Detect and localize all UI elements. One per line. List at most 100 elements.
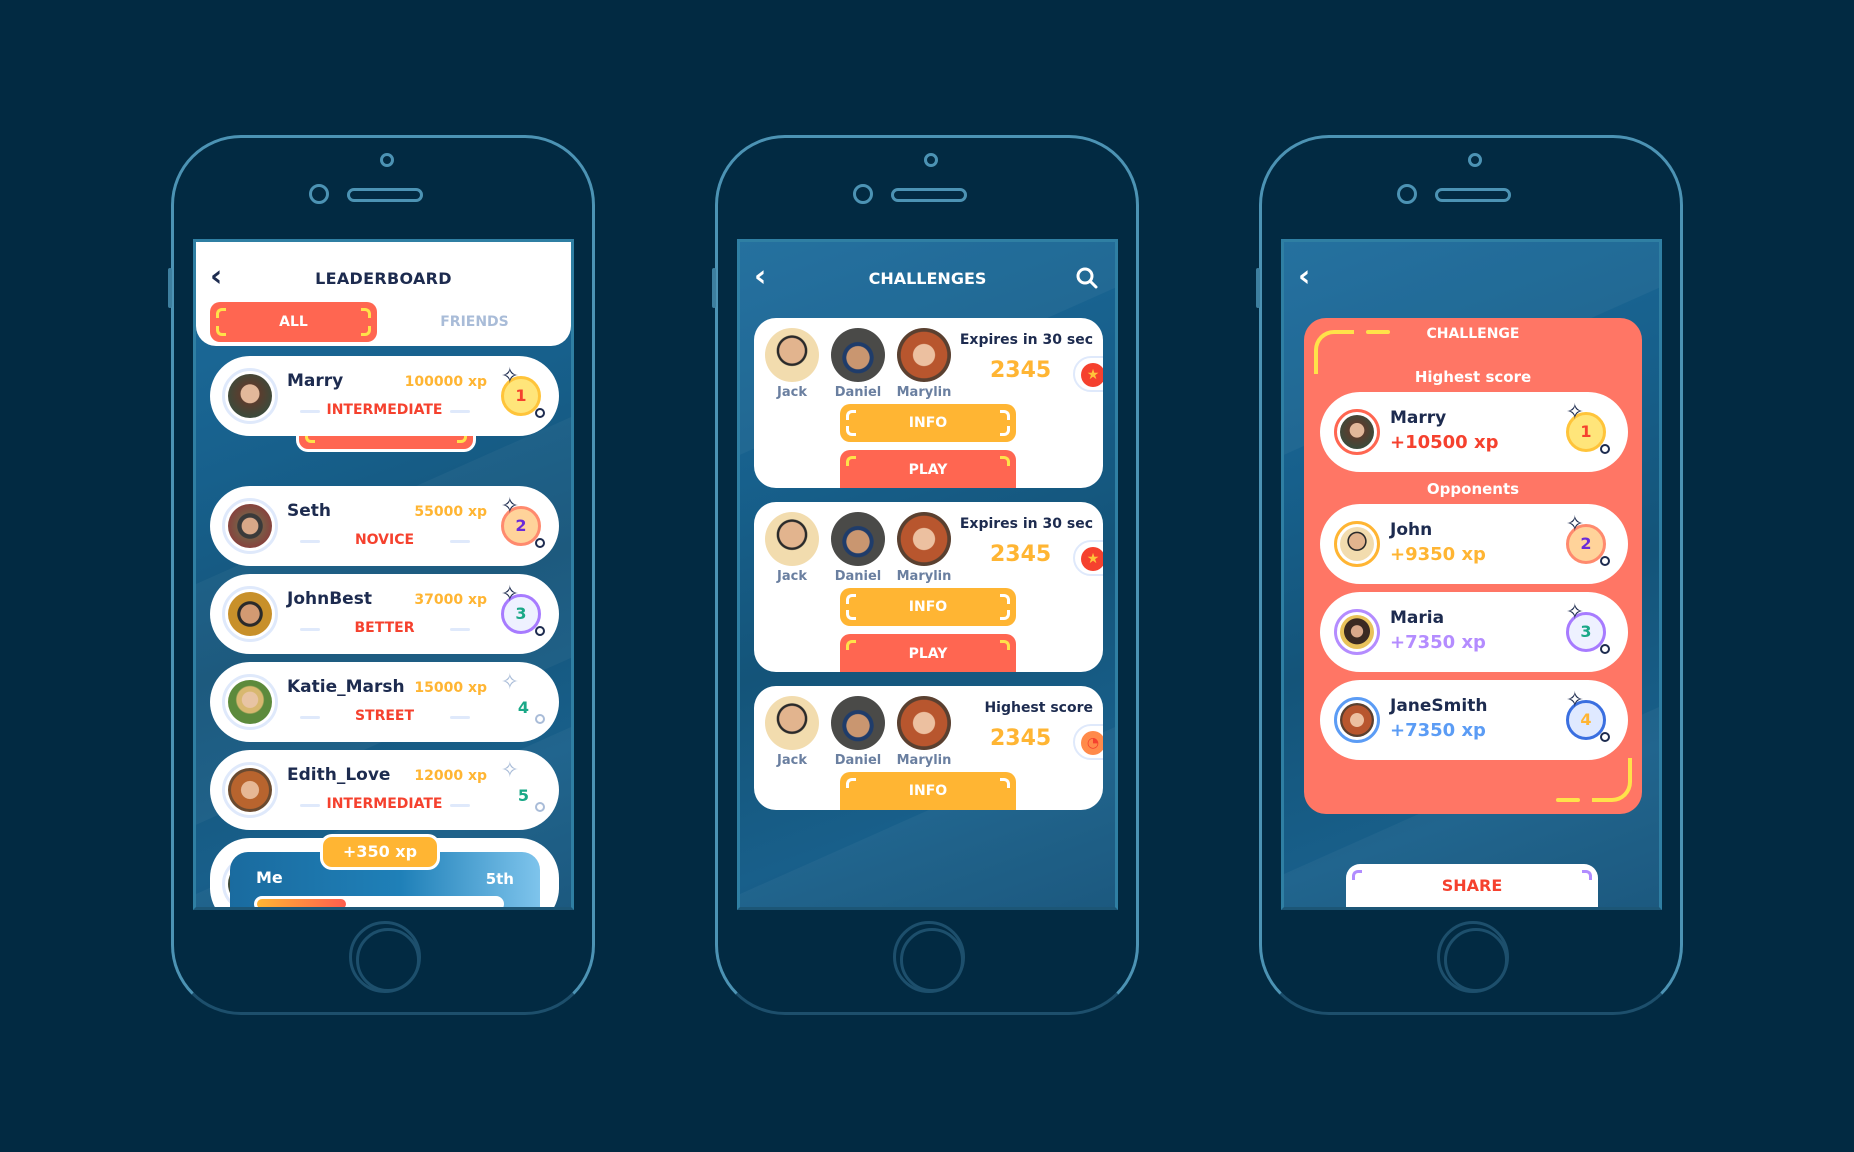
- bracket-decoration: [846, 410, 856, 420]
- avatar: [765, 512, 819, 566]
- opponent-row[interactable]: JaneSmith +7350 xp 4 ✧: [1320, 680, 1628, 760]
- participant: Daniel: [828, 696, 888, 768]
- info-label: INFO: [908, 599, 948, 615]
- divider: [450, 628, 470, 631]
- back-button[interactable]: ‹: [1298, 262, 1324, 292]
- player-xp: +9350 xp: [1390, 544, 1486, 565]
- my-rank: 5th: [485, 870, 514, 888]
- bracket-decoration: [846, 610, 856, 620]
- player-name: John: [1390, 520, 1433, 540]
- card-title: CHALLENGE: [1426, 326, 1520, 342]
- bracket-decoration: [361, 308, 371, 318]
- info-button[interactable]: INFO: [840, 404, 1016, 442]
- share-button[interactable]: SHARE: [1346, 864, 1598, 907]
- challenge-score: 2345: [990, 358, 1052, 383]
- challenge-card: Jack Daniel Marylin Expires in 30 sec 23…: [754, 502, 1103, 672]
- player-name: Seth: [287, 501, 332, 521]
- info-button[interactable]: INFO: [840, 772, 1016, 810]
- leaderboard-screen: ‹ LEADERBOARD ALL FRIENDS Marry 100000 x…: [193, 239, 574, 910]
- phone-camera: [380, 153, 394, 167]
- sparkle-icon: ✧: [1565, 512, 1584, 537]
- participant-name: Marylin: [896, 569, 952, 584]
- avatar: [897, 512, 951, 566]
- player-level: STREET: [354, 708, 415, 724]
- bracket-decoration: [846, 778, 856, 788]
- avatar: [831, 696, 885, 750]
- bracket-decoration: [1352, 870, 1362, 880]
- bracket-decoration: [216, 308, 226, 318]
- avatar: [1334, 521, 1380, 567]
- orbit-dot-icon: [1600, 556, 1610, 566]
- search-icon[interactable]: [1075, 266, 1099, 290]
- player-name: Marry: [287, 371, 344, 391]
- highest-score-label: Highest score: [1414, 368, 1532, 386]
- avatar: [1334, 409, 1380, 455]
- opponent-row[interactable]: Maria +7350 xp 3 ✧: [1320, 592, 1628, 672]
- challenge-badge: ★: [1073, 540, 1103, 576]
- bracket-decoration: [1000, 778, 1010, 788]
- sparkle-icon: ✧: [500, 494, 519, 519]
- my-progress-card[interactable]: Me 5th +350 xp: [210, 834, 559, 907]
- star-icon: ★: [1081, 363, 1103, 387]
- phone-home-button[interactable]: [349, 921, 421, 993]
- leaderboard-row[interactable]: Edith_Love 12000 xp INTERMEDIATE ✧ 5: [210, 750, 559, 830]
- player-xp: +7350 xp: [1390, 720, 1486, 741]
- challenge-card: Jack Daniel Marylin Expires in 30 sec 23…: [754, 318, 1103, 488]
- play-button[interactable]: PLAY: [840, 450, 1016, 488]
- orbit-dot-icon: [535, 626, 545, 636]
- winner-row[interactable]: Marry +10500 xp 1 ✧: [1320, 392, 1628, 472]
- avatar: [765, 328, 819, 382]
- info-label: INFO: [908, 783, 948, 799]
- page-title: CHALLENGES: [868, 269, 987, 288]
- phone-home-button[interactable]: [1437, 921, 1509, 993]
- orbit-dot-icon: [1600, 644, 1610, 654]
- leaderboard-row[interactable]: Marry 100000 xp INTERMEDIATE 1 ✧: [210, 356, 559, 436]
- avatar: [765, 696, 819, 750]
- bracket-decoration: [1556, 798, 1580, 802]
- sparkle-icon: ✧: [1565, 688, 1584, 713]
- challenge-score: 2345: [990, 726, 1052, 751]
- challenge-status: Expires in 30 sec: [959, 516, 1093, 532]
- leaderboard-row[interactable]: Seth 55000 xp NOVICE 2 ✧: [210, 486, 559, 566]
- tab-friends[interactable]: FRIENDS: [391, 302, 558, 342]
- player-xp: 12000 xp: [414, 768, 487, 784]
- participant-name: Jack: [777, 753, 807, 768]
- sparkle-icon: ✧: [500, 582, 519, 607]
- rank-number: 4: [517, 698, 529, 717]
- challenge-result-card: CHALLENGE Highest score Marry +10500 xp …: [1304, 318, 1642, 814]
- share-label: SHARE: [1441, 876, 1503, 895]
- tab-all[interactable]: ALL: [210, 302, 377, 342]
- participant: Jack: [762, 696, 822, 768]
- bracket-decoration: [1000, 594, 1010, 604]
- xp-progress-bar: [254, 896, 504, 907]
- player-xp: 100000 xp: [404, 374, 487, 390]
- info-label: INFO: [908, 415, 948, 431]
- participant: Jack: [762, 328, 822, 400]
- leaderboard-row[interactable]: Katie_Marsh 15000 xp STREET ✧ 4: [210, 662, 559, 742]
- sparkle-icon: ✧: [500, 670, 519, 695]
- rank-number: 5: [517, 786, 529, 805]
- player-xp: 15000 xp: [414, 680, 487, 696]
- divider: [450, 540, 470, 543]
- player-name: Maria: [1390, 608, 1445, 628]
- participant: Marylin: [894, 512, 954, 584]
- me-label: Me: [256, 868, 283, 887]
- avatar-photo: [1340, 527, 1374, 561]
- orbit-dot-icon: [1600, 444, 1610, 454]
- phone-home-button[interactable]: [893, 921, 965, 993]
- divider: [450, 804, 470, 807]
- play-button[interactable]: PLAY: [840, 634, 1016, 672]
- info-button[interactable]: INFO: [840, 588, 1016, 626]
- play-label: PLAY: [908, 462, 948, 478]
- phone-front-lens: [853, 184, 873, 204]
- xp-progress-fill: [257, 899, 346, 907]
- leaderboard-row[interactable]: JohnBest 37000 xp BETTER 3 ✧: [210, 574, 559, 654]
- player-xp: +10500 xp: [1390, 432, 1499, 453]
- sparkle-icon: ✧: [1565, 400, 1584, 425]
- phone-camera: [1468, 153, 1482, 167]
- opponent-row[interactable]: John +9350 xp 2 ✧: [1320, 504, 1628, 584]
- phone-side-button: [712, 268, 716, 308]
- star-icon: ★: [1081, 547, 1103, 571]
- phone-side-button: [1256, 268, 1260, 308]
- player-name: Katie_Marsh: [287, 677, 405, 697]
